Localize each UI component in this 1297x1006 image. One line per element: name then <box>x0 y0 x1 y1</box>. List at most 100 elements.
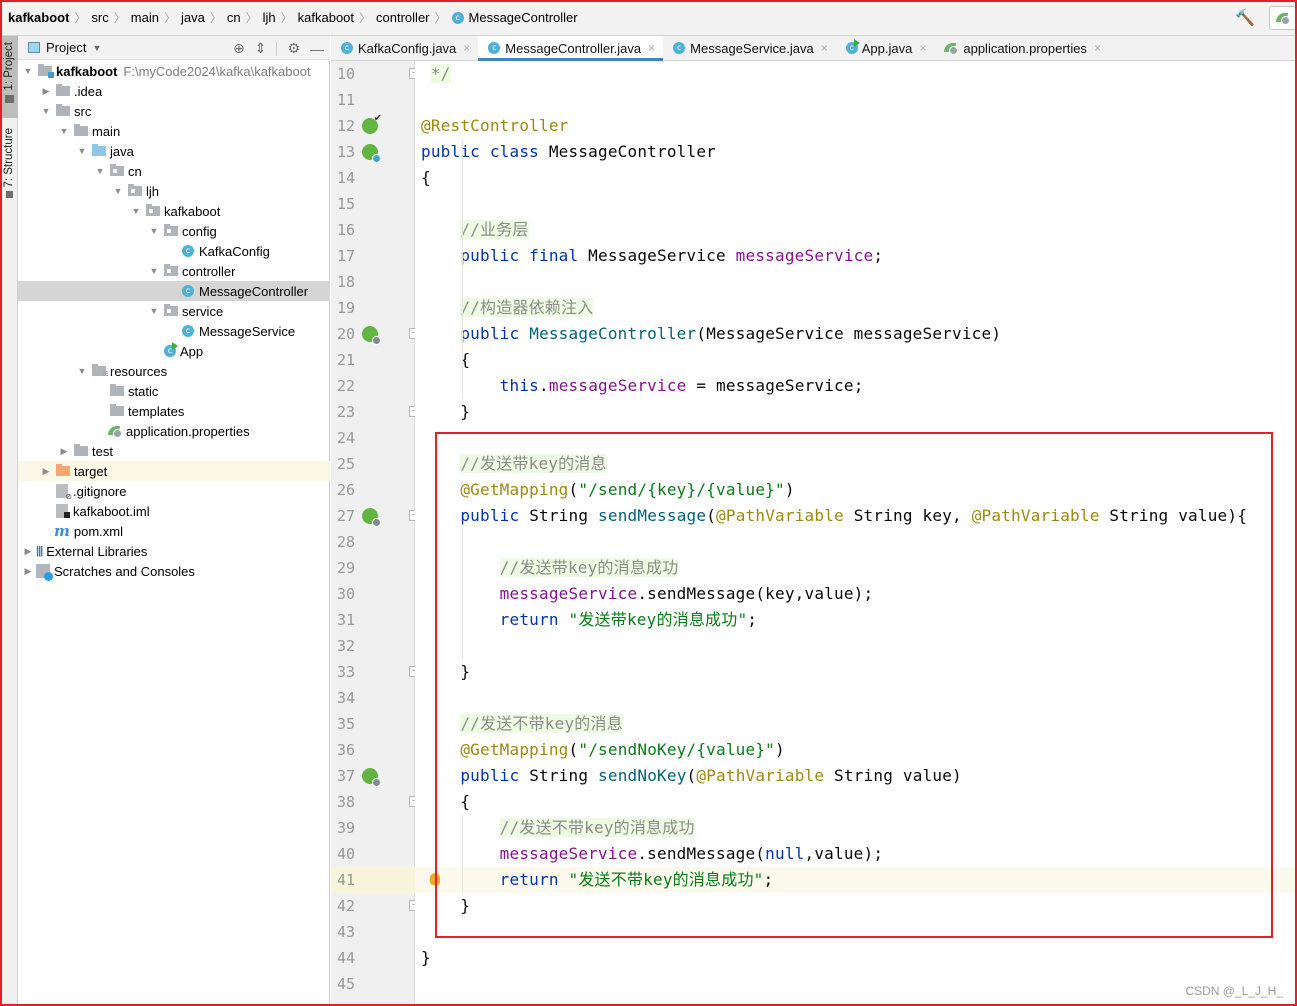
breadcrumb-item[interactable]: java 〉 <box>181 9 227 26</box>
spring-web-endpoint-icon[interactable] <box>362 508 381 527</box>
close-icon[interactable]: × <box>1094 41 1101 55</box>
editor-tab[interactable]: c MessageService.java × <box>663 36 836 60</box>
expand-right-icon[interactable]: ▶ <box>22 546 34 557</box>
tree-item[interactable]: ▼ service <box>18 301 330 321</box>
tree-item[interactable]: c MessageController <box>18 281 330 301</box>
editor-tab[interactable]: application.properties × <box>934 36 1109 60</box>
tree-item[interactable]: ▼ cn <box>18 161 330 181</box>
close-icon[interactable]: × <box>648 41 655 55</box>
code-line: this.messageService = messageService; <box>421 373 864 399</box>
tree-item[interactable]: ▶ test <box>18 441 330 461</box>
tree-item-label: src <box>74 103 92 119</box>
code-token: //构造器依赖注入 <box>460 298 594 317</box>
tree-item[interactable]: ▼ kafkaboot <box>18 201 330 221</box>
breadcrumb-current[interactable]: c MessageController <box>451 10 578 25</box>
gear-icon[interactable]: ⚙ <box>287 40 300 57</box>
code-editor[interactable]: */ @RestController public class MessageCon… <box>415 61 1297 1006</box>
tree-item[interactable]: ▼ resources <box>18 361 330 381</box>
class-icon: c <box>182 245 194 257</box>
tree-item[interactable]: ▼ java <box>18 141 330 161</box>
tree-item[interactable]: ▼ config <box>18 221 330 241</box>
tree-item[interactable]: kafkaboot.iml <box>18 501 330 521</box>
close-icon[interactable]: × <box>821 41 828 55</box>
tree-item[interactable]: ▶ target <box>18 461 330 481</box>
editor-tab[interactable]: c MessageController.java × <box>478 36 664 61</box>
collapse-all-icon[interactable]: ⇕ <box>255 40 267 57</box>
structure-tool-button[interactable]: 7: Structure <box>0 124 18 214</box>
tree-item[interactable]: templates <box>18 401 330 421</box>
tree-item[interactable]: m pom.xml <box>18 521 330 541</box>
expand-down-icon[interactable]: ▼ <box>58 126 70 136</box>
expand-right-icon[interactable]: ▶ <box>58 446 70 457</box>
line-number: 21 <box>337 351 356 369</box>
code-line: } <box>421 659 470 685</box>
tree-item-label: target <box>74 463 108 479</box>
expand-down-icon[interactable]: ▼ <box>22 66 34 76</box>
gutter-line: 14 <box>331 165 415 191</box>
expand-down-icon[interactable]: ▼ <box>94 166 106 176</box>
tree-item[interactable]: .gitignore <box>18 481 330 501</box>
expand-right-icon[interactable]: ▶ <box>22 566 34 577</box>
expand-down-icon[interactable]: ▼ <box>76 366 88 376</box>
tree-item[interactable]: c KafkaConfig <box>18 241 330 261</box>
breadcrumb-item[interactable]: main 〉 <box>131 9 181 26</box>
code-token: @GetMapping <box>460 740 569 759</box>
tree-item[interactable]: c App <box>18 341 330 361</box>
locate-icon[interactable]: ⊕ <box>233 40 245 57</box>
gutter-line: 45 <box>331 971 415 997</box>
tree-item[interactable]: ▼ ljh <box>18 181 330 201</box>
code-token: ; <box>747 610 758 629</box>
tree-item[interactable]: ▼ kafkaboot F:\myCode2024\kafka\kafkaboot <box>18 61 330 81</box>
tree-item[interactable]: ▶ ||| External Libraries <box>18 541 330 561</box>
line-number: 15 <box>337 195 356 213</box>
minimize-icon[interactable]: — <box>310 41 324 57</box>
gutter-line: 43 <box>331 919 415 945</box>
editor-tab[interactable]: c KafkaConfig.java × <box>331 36 478 60</box>
spring-bean-check-icon[interactable]: ✔ <box>362 113 382 134</box>
tree-item[interactable]: static <box>18 381 330 401</box>
tree-item[interactable]: ▼ controller <box>18 261 330 281</box>
breadcrumb-label: kafkaboot <box>8 10 70 25</box>
line-number: 10 <box>337 65 356 83</box>
tree-item[interactable]: application.properties <box>18 421 330 441</box>
code-token: return <box>499 870 569 889</box>
run-configuration-selector[interactable] <box>1269 6 1297 30</box>
breadcrumb-item[interactable]: src 〉 <box>91 9 130 26</box>
expand-down-icon[interactable]: ▼ <box>40 106 52 116</box>
expand-down-icon[interactable]: ▼ <box>148 266 160 276</box>
expand-down-icon[interactable]: ▼ <box>76 146 88 156</box>
folder-icon <box>110 384 124 396</box>
editor-tab[interactable]: c App.java × <box>836 36 935 60</box>
tree-item[interactable]: ▶ Scratches and Consoles <box>18 561 330 581</box>
close-icon[interactable]: × <box>463 41 470 55</box>
line-number: 25 <box>337 455 356 473</box>
expand-down-icon[interactable]: ▼ <box>112 186 124 196</box>
hammer-icon[interactable]: 🔨 <box>1235 8 1255 28</box>
chevron-down-icon[interactable]: ▼ <box>92 43 101 53</box>
breadcrumb-item[interactable]: controller 〉 <box>376 9 451 26</box>
breadcrumb-item[interactable]: ljh 〉 <box>263 9 298 26</box>
tree-item[interactable]: ▼ main <box>18 121 330 141</box>
expand-down-icon[interactable]: ▼ <box>148 226 160 236</box>
spring-inject-icon[interactable] <box>362 326 381 345</box>
expand-right-icon[interactable]: ▶ <box>40 86 52 97</box>
close-icon[interactable]: × <box>919 41 926 55</box>
tree-item[interactable]: c MessageService <box>18 321 330 341</box>
spring-bean-class-icon[interactable] <box>362 144 381 163</box>
code-line: //发送带key的消息 <box>421 451 607 477</box>
breadcrumb-item[interactable]: kafkaboot 〉 <box>8 9 91 26</box>
tree-item-label: .idea <box>74 83 103 99</box>
icon-badge <box>372 778 381 787</box>
code-token: ) <box>784 480 795 499</box>
tree-item[interactable]: ▼ src <box>18 101 330 121</box>
project-tool-button[interactable]: 1: Project <box>0 36 18 118</box>
expand-down-icon[interactable]: ▼ <box>148 306 160 316</box>
expand-right-icon[interactable]: ▶ <box>40 466 52 477</box>
breadcrumb-item[interactable]: kafkaboot 〉 <box>298 9 376 26</box>
expand-down-icon[interactable]: ▼ <box>130 206 142 216</box>
project-view-selector[interactable]: Project <box>46 40 86 55</box>
tree-item[interactable]: ▶ .idea <box>18 81 330 101</box>
breadcrumb-item[interactable]: cn 〉 <box>227 9 263 26</box>
spring-web-endpoint-icon[interactable] <box>362 768 381 787</box>
